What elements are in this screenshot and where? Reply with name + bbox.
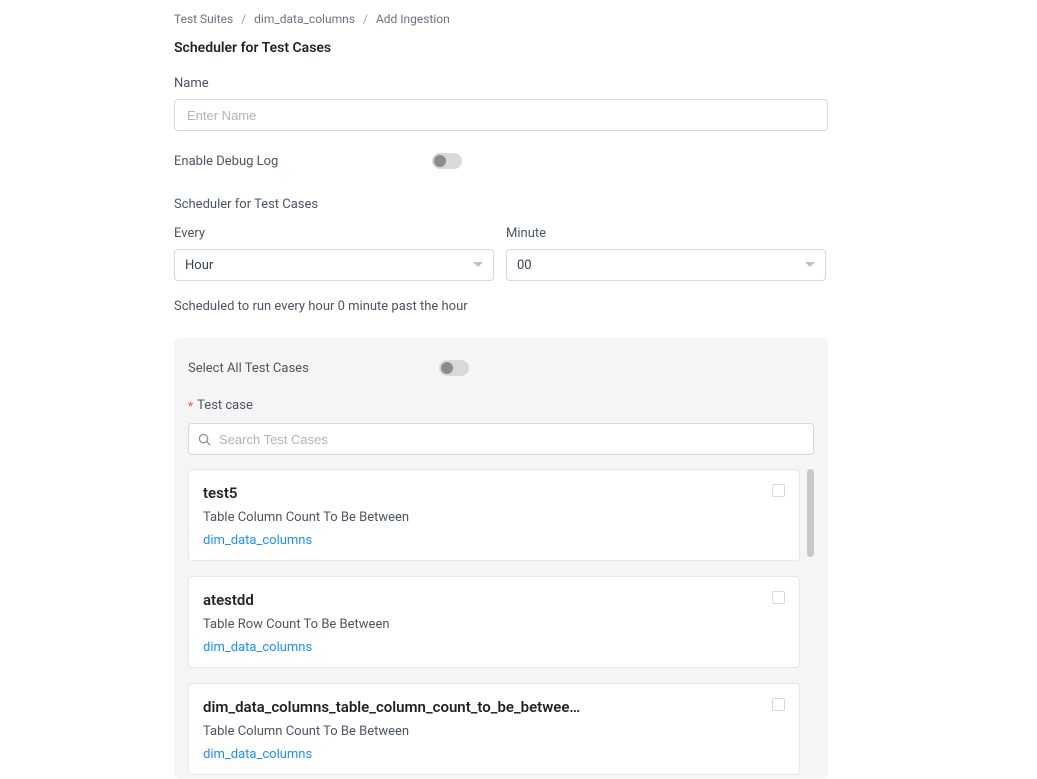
every-select[interactable]: Hour [174,249,494,281]
debug-log-toggle[interactable] [432,153,462,169]
page-title: Scheduler for Test Cases [174,40,1037,56]
test-case-checkbox[interactable] [772,698,785,711]
schedule-description: Scheduled to run every hour 0 minute pas… [174,299,1037,314]
name-input[interactable] [174,99,828,131]
required-indicator: * [188,399,193,413]
select-all-toggle[interactable] [439,360,469,376]
test-case-subtitle: Table Column Count To Be Between [203,724,785,739]
test-case-title: atestdd [203,591,785,609]
test-case-checkbox[interactable] [772,484,785,497]
minute-select[interactable]: 00 [506,249,826,281]
breadcrumb-item-suite[interactable]: dim_data_columns [254,12,355,26]
select-all-label: Select All Test Cases [188,361,309,376]
test-case-link[interactable]: dim_data_columns [203,747,785,762]
test-case-label: Test case [197,398,253,413]
test-case-title: test5 [203,484,785,502]
breadcrumb-item-current: Add Ingestion [376,12,450,26]
chevron-down-icon [805,260,815,270]
test-cases-panel: Select All Test Cases * Test case test5 … [174,338,828,779]
breadcrumb-item-test-suites[interactable]: Test Suites [174,12,233,26]
chevron-down-icon [473,260,483,270]
minute-label: Minute [506,226,826,241]
breadcrumb-separator: / [363,12,368,26]
search-icon [197,432,211,446]
test-case-subtitle: Table Column Count To Be Between [203,510,785,525]
test-case-card: atestdd Table Row Count To Be Between di… [188,576,800,668]
minute-value: 00 [517,258,532,273]
test-case-subtitle: Table Row Count To Be Between [203,617,785,632]
debug-log-label: Enable Debug Log [174,154,278,169]
breadcrumb-separator: / [241,12,246,26]
breadcrumb: Test Suites / dim_data_columns / Add Ing… [174,12,1037,26]
scrollbar[interactable] [807,469,814,557]
test-case-link[interactable]: dim_data_columns [203,533,785,548]
test-case-link[interactable]: dim_data_columns [203,640,785,655]
scheduler-heading: Scheduler for Test Cases [174,197,1037,212]
test-case-card: dim_data_columns_table_column_count_to_b… [188,683,800,775]
search-input[interactable] [188,423,814,455]
test-case-title: dim_data_columns_table_column_count_to_b… [203,698,785,716]
every-value: Hour [185,258,213,273]
name-label: Name [174,76,1037,91]
test-case-checkbox[interactable] [772,591,785,604]
test-case-card: test5 Table Column Count To Be Between d… [188,469,800,561]
every-label: Every [174,226,494,241]
